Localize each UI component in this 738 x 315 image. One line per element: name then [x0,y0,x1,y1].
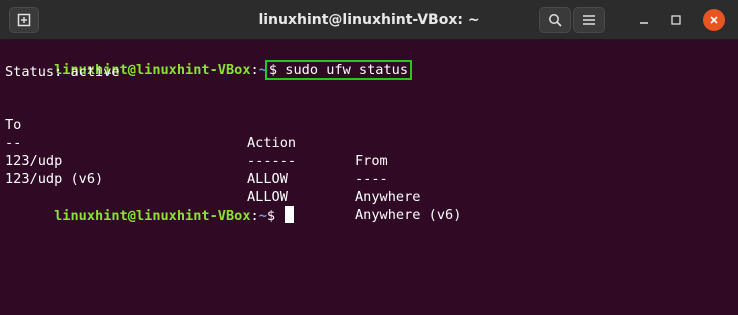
rule-to: 123/udp (v6) [5,171,104,187]
minimize-icon [640,22,648,24]
maximize-icon [671,15,681,25]
prompt-user-host: linuxhint@linuxhint-VBox [54,208,251,224]
rule-action: ALLOW [247,171,288,187]
prompt-dollar: $ [266,208,276,224]
rule-from: Anywhere [355,189,421,205]
hamburger-menu-icon [583,15,595,25]
maximize-button[interactable] [665,9,687,31]
rule-from: Anywhere (v6) [355,207,462,223]
prompt-path: ~ [258,208,267,224]
table-row: 123/udp ALLOW Anywhere [5,134,725,205]
title-bar: linuxhint@linuxhint-VBox: ~ [0,0,738,40]
table-separator-row: -- ------ ---- [5,116,725,187]
terminal-output[interactable]: linuxhint@linuxhint-VBox:~ $ sudo ufw sta… [0,41,738,315]
text-cursor [285,206,295,223]
close-button[interactable] [703,9,725,31]
table-row: 123/udp (v6) ALLOW Anywhere (v6) [5,152,725,223]
prompt-line-1: linuxhint@linuxhint-VBox:~ $ sudo ufw sta… [5,43,413,80]
prompt-line-2: linuxhint@linuxhint-VBox:~$ [5,188,295,224]
menu-button[interactable] [573,7,605,33]
terminal-window: linuxhint@linuxhint-VBox: ~ linuxhint@li… [0,0,738,315]
table-header-row: To Action From [5,98,725,169]
window-title: linuxhint@linuxhint-VBox: ~ [258,12,480,28]
search-button[interactable] [539,7,571,33]
highlighted-command: $ sudo ufw status [264,60,413,80]
separator-from: ---- [355,171,388,187]
search-icon [549,14,562,27]
minimize-button[interactable] [633,9,655,31]
close-icon [710,16,718,24]
prompt-separator: : [250,62,259,78]
status-line: Status: active [5,64,120,80]
prompt-separator: : [250,208,259,224]
